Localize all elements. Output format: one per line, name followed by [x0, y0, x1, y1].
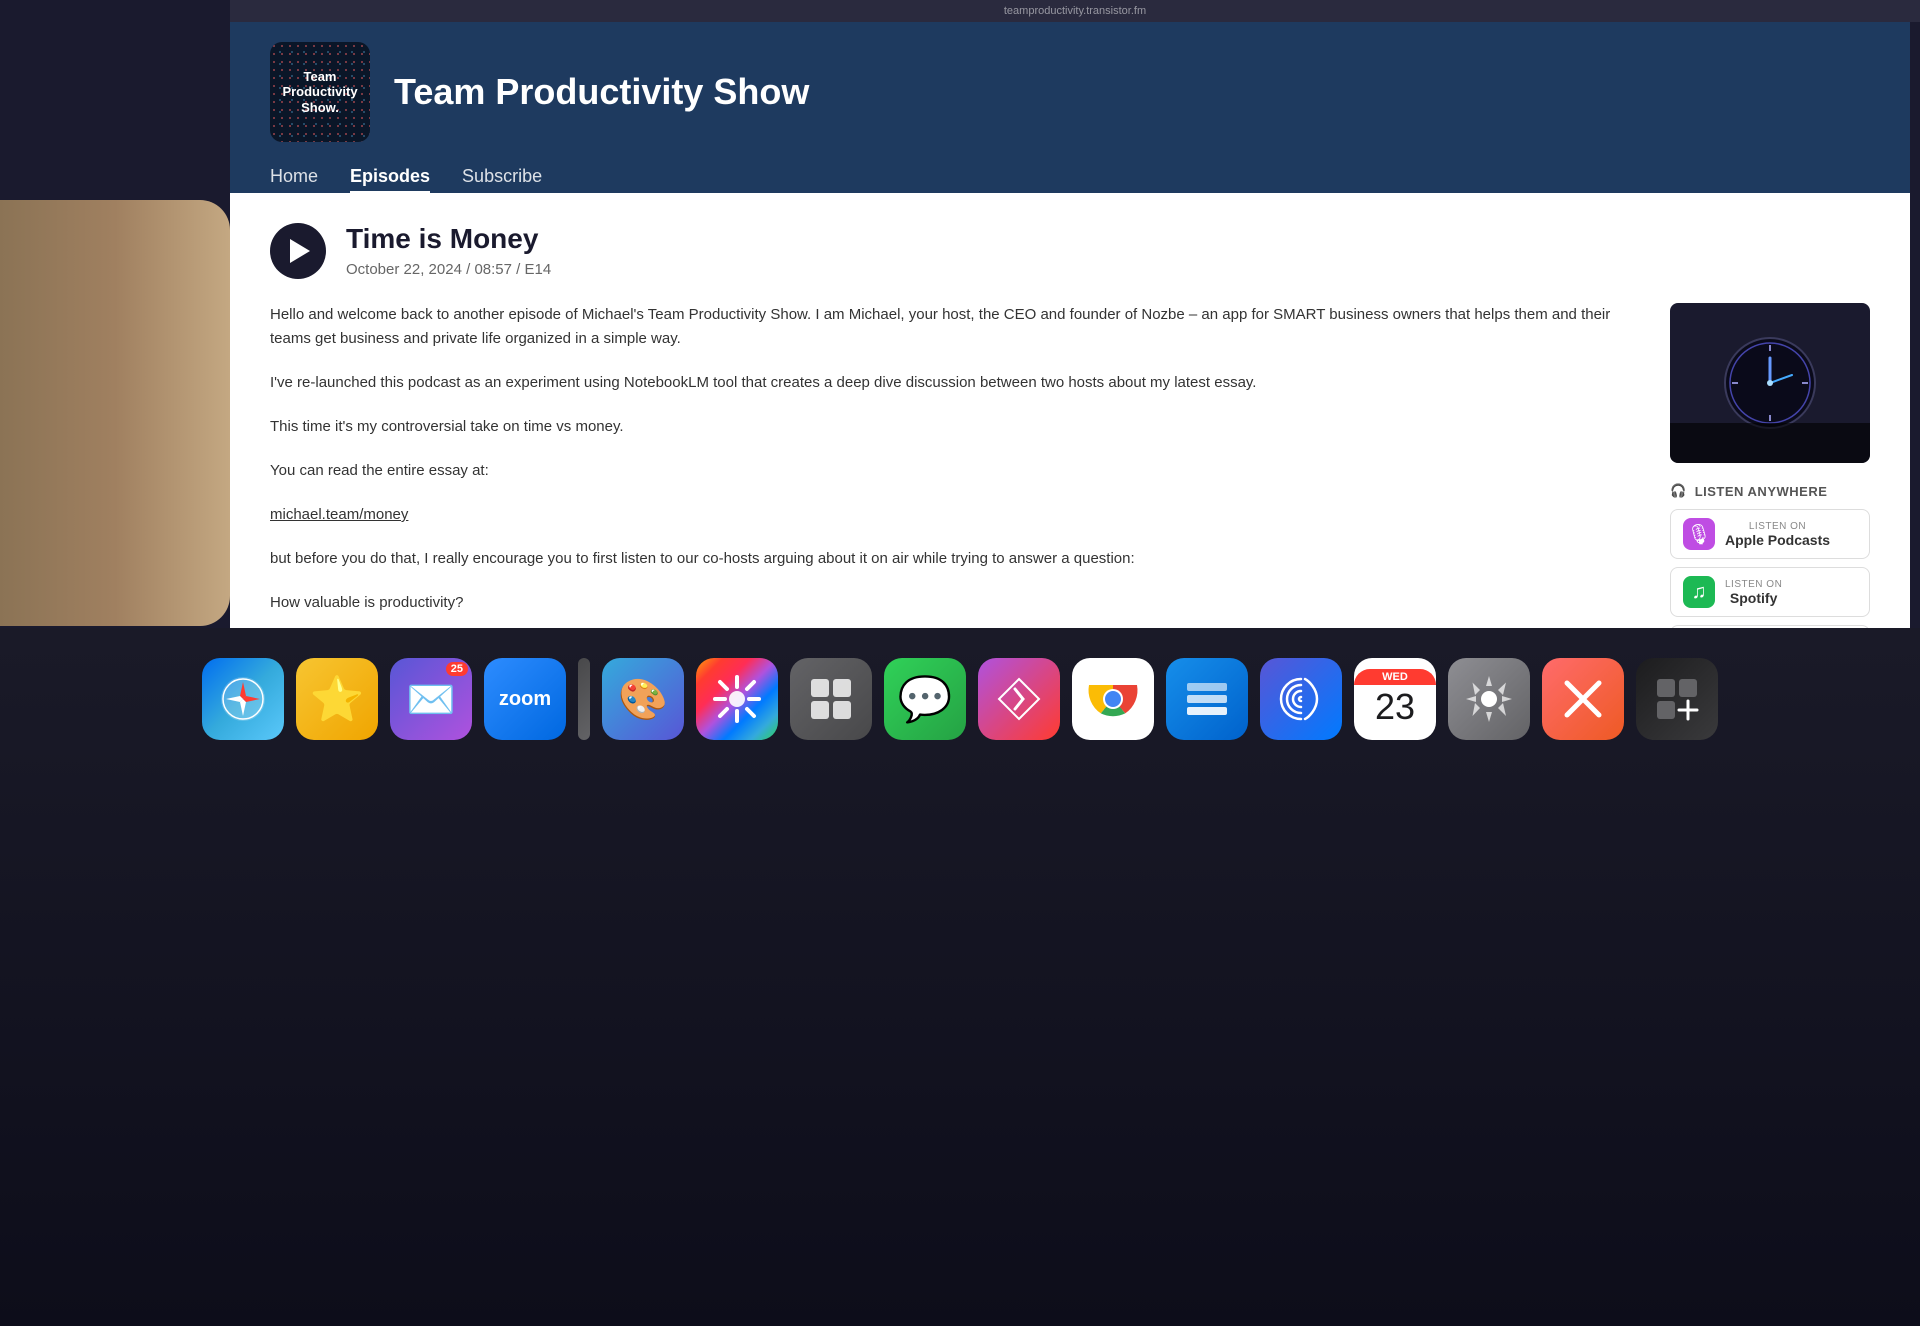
apple-platform-name: Apple Podcasts	[1725, 532, 1830, 548]
zoom-icon: zoom	[499, 688, 551, 711]
logo-line1: Team	[282, 69, 357, 85]
spotify-platform-name: Spotify	[1725, 590, 1782, 606]
dock-chrome[interactable]	[1072, 658, 1154, 740]
play-button[interactable]	[270, 223, 326, 279]
dock-messages[interactable]: 💬	[884, 658, 966, 740]
dock-zoom[interactable]: zoom	[484, 658, 566, 740]
messages-icon: 💬	[898, 673, 953, 725]
calendar-day-of-week: WED	[1354, 669, 1436, 685]
logo-line2: Productivity	[282, 84, 357, 100]
desc-para1: Hello and welcome back to another episod…	[270, 303, 1630, 351]
episode-thumbnail	[1670, 303, 1870, 463]
dock-photos[interactable]	[696, 658, 778, 740]
multipass-icon	[1653, 675, 1701, 723]
apple-podcasts-icon: 🎙	[1683, 518, 1715, 550]
photos-icon	[711, 673, 763, 725]
site-logo: Team Productivity Show.	[270, 42, 370, 142]
settings-icon	[1464, 674, 1514, 724]
desc-para5: but before you do that, I really encoura…	[270, 547, 1630, 571]
play-icon	[290, 239, 310, 263]
main-nav: Home Episodes Subscribe	[270, 158, 1870, 193]
grid-icon	[809, 677, 853, 721]
url-text: teamproductivity.transistor.fm	[1004, 5, 1146, 17]
episode-info: October 22, 2024 / 08:57 / E14	[346, 261, 551, 278]
buffer-icon	[1183, 675, 1231, 723]
headphone-icon: 🎧	[1670, 483, 1687, 499]
apple-listen-on: LISTEN ON	[1725, 521, 1830, 532]
calendar-day-number: 23	[1375, 685, 1415, 729]
nav-home[interactable]: Home	[270, 166, 318, 193]
url-bar: teamproductivity.transistor.fm	[230, 0, 1920, 22]
page-content: Time is Money October 22, 2024 / 08:57 /…	[230, 193, 1910, 628]
dock: ⭐ ✉️ 25 zoom 🎨	[0, 628, 1920, 1326]
thumbnail-keyboard	[1670, 423, 1870, 463]
logo-text: Team Productivity Show.	[282, 69, 357, 116]
site-header: Team Productivity Show. Team Productivit…	[230, 22, 1910, 193]
episode-date: October 22, 2024	[346, 261, 462, 278]
spotify-listen-on: LISTEN ON	[1725, 579, 1782, 590]
separator2: /	[516, 261, 524, 278]
two-col-layout: Hello and welcome back to another episod…	[270, 303, 1870, 628]
desc-para4: You can read the entire essay at:	[270, 459, 1630, 483]
episode-sidebar: 🎧 LISTEN ANYWHERE 🎙 LISTEN ON Apple Podc…	[1670, 303, 1870, 628]
episode-title: Time is Money	[346, 223, 551, 255]
browser-content: Team Productivity Show. Team Productivit…	[230, 22, 1910, 628]
listen-anywhere-section: 🎧 LISTEN ANYWHERE 🎙 LISTEN ON Apple Podc…	[1670, 483, 1870, 628]
spotify-icon: ♫	[1683, 576, 1715, 608]
biometric-icon	[1277, 675, 1325, 723]
spotify-button[interactable]: ♫ LISTEN ON Spotify	[1670, 567, 1870, 617]
dock-biometric[interactable]	[1260, 658, 1342, 740]
clock-svg	[1720, 333, 1820, 433]
mail-badge: 25	[446, 662, 468, 676]
spotify-text: LISTEN ON Spotify	[1725, 579, 1782, 606]
freeform-icon: 🎨	[618, 676, 668, 723]
hand	[0, 200, 230, 626]
site-title: Team Productivity Show	[394, 71, 809, 113]
essay-link[interactable]: michael.team/money	[270, 506, 408, 523]
dock-shortcuts[interactable]	[978, 658, 1060, 740]
dock-multipass[interactable]	[1636, 658, 1718, 740]
dock-safari[interactable]	[202, 658, 284, 740]
episode-meta: Time is Money October 22, 2024 / 08:57 /…	[346, 223, 551, 278]
mail-icon: ✉️	[406, 676, 456, 723]
dock-settings[interactable]	[1448, 658, 1530, 740]
listen-anywhere-label: 🎧 LISTEN ANYWHERE	[1670, 483, 1870, 499]
desc-para2: I've re-launched this podcast as an expe…	[270, 371, 1630, 395]
bear-icon: ⭐	[310, 673, 365, 725]
desc-para6: How valuable is productivity?	[270, 591, 1630, 615]
dock-calendar[interactable]: WED 23	[1354, 658, 1436, 740]
dock-bear[interactable]: ⭐	[296, 658, 378, 740]
apple-podcasts-text: LISTEN ON Apple Podcasts	[1725, 521, 1830, 548]
listen-anywhere-text: LISTEN ANYWHERE	[1695, 484, 1828, 499]
crossover-icon	[1559, 675, 1607, 723]
dock-grid[interactable]	[790, 658, 872, 740]
shortcuts-icon	[995, 675, 1043, 723]
episode-duration: 08:57	[474, 261, 512, 278]
essay-link-para: michael.team/money	[270, 503, 1630, 527]
nav-episodes[interactable]: Episodes	[350, 166, 430, 193]
nav-subscribe[interactable]: Subscribe	[462, 166, 542, 193]
episode-number: E14	[525, 261, 552, 278]
header-top: Team Productivity Show. Team Productivit…	[270, 42, 1870, 158]
dock-freeform[interactable]: 🎨	[602, 658, 684, 740]
chrome-icon	[1085, 671, 1141, 727]
logo-line3: Show.	[282, 100, 357, 116]
episode-header: Time is Money October 22, 2024 / 08:57 /…	[270, 223, 1870, 279]
desc-para3: This time it's my controversial take on …	[270, 415, 1630, 439]
dock-divider	[578, 658, 590, 740]
apple-podcasts-button[interactable]: 🎙 LISTEN ON Apple Podcasts	[1670, 509, 1870, 559]
dock-mail[interactable]: ✉️ 25	[390, 658, 472, 740]
safari-icon	[218, 674, 268, 724]
episode-description: Hello and welcome back to another episod…	[270, 303, 1630, 628]
dock-buffer[interactable]	[1166, 658, 1248, 740]
dock-crossover[interactable]	[1542, 658, 1624, 740]
